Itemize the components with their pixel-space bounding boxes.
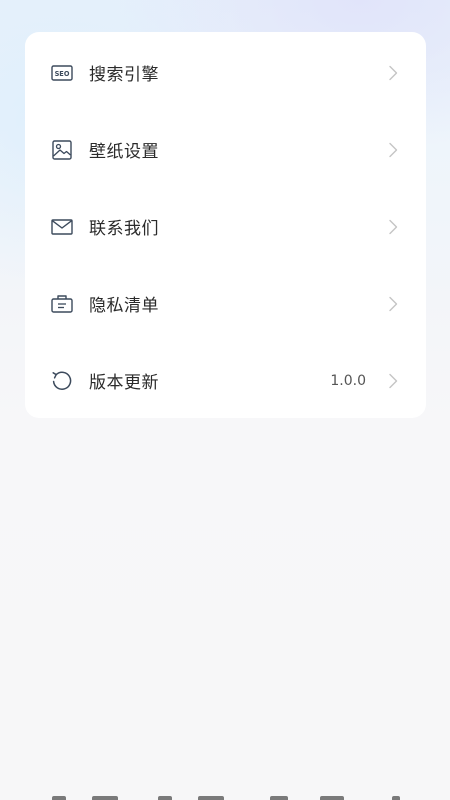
- settings-item-contact-us[interactable]: 联系我们: [25, 188, 426, 265]
- settings-item-version-update[interactable]: 版本更新 1.0.0: [25, 342, 426, 419]
- svg-text:SEO: SEO: [55, 70, 70, 78]
- settings-item-label: 联系我们: [89, 219, 159, 239]
- chevron-right-icon: [388, 373, 398, 389]
- bottom-navigation-edge: [0, 794, 450, 800]
- chevron-right-icon: [388, 219, 398, 235]
- nav-icon-fragment: [198, 796, 224, 800]
- nav-icon-fragment: [158, 796, 172, 800]
- settings-card: SEO 搜索引擎 壁纸设置 联系我们 隐私清单 版本更新 1.0.0: [25, 32, 426, 418]
- refresh-icon: [51, 370, 73, 392]
- settings-item-label: 隐私清单: [89, 296, 159, 316]
- mail-icon: [51, 216, 73, 238]
- seo-icon: SEO: [51, 62, 73, 84]
- nav-icon-fragment: [52, 796, 66, 800]
- chevron-right-icon: [388, 142, 398, 158]
- settings-item-label: 搜索引擎: [89, 65, 159, 85]
- image-icon: [51, 139, 73, 161]
- version-number: 1.0.0: [330, 372, 366, 389]
- nav-icon-fragment: [320, 796, 344, 800]
- chevron-right-icon: [388, 296, 398, 312]
- settings-item-privacy-list[interactable]: 隐私清单: [25, 265, 426, 342]
- privacy-list-icon: [51, 293, 73, 315]
- settings-item-label: 壁纸设置: [89, 142, 159, 162]
- settings-item-wallpaper[interactable]: 壁纸设置: [25, 111, 426, 188]
- nav-icon-fragment: [392, 796, 400, 800]
- settings-item-search-engine[interactable]: SEO 搜索引擎: [25, 34, 426, 111]
- chevron-right-icon: [388, 65, 398, 81]
- nav-icon-fragment: [270, 796, 288, 800]
- settings-item-label: 版本更新: [89, 373, 159, 393]
- nav-icon-fragment: [92, 796, 118, 800]
